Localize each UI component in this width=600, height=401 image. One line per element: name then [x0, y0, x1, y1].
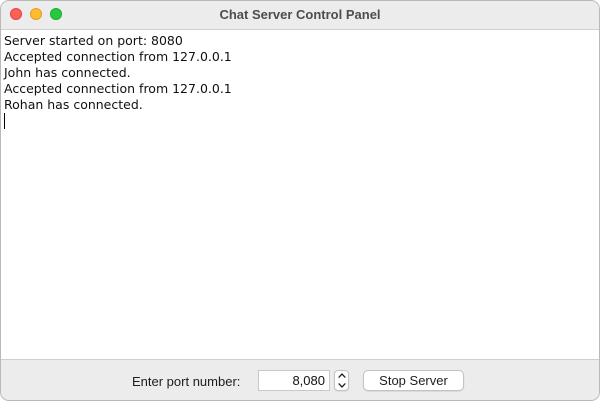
log-line: Server started on port: 8080 [4, 33, 183, 48]
port-number-label: Enter port number: [132, 374, 241, 389]
app-window: Chat Server Control Panel Server started… [0, 0, 600, 401]
port-number-stepper[interactable] [334, 370, 349, 391]
title-bar[interactable]: Chat Server Control Panel [1, 1, 599, 28]
stop-server-button[interactable]: Stop Server [363, 370, 464, 391]
control-bar: Enter port number: Stop Server [1, 360, 599, 400]
port-number-input[interactable] [258, 370, 330, 391]
chevron-down-icon [337, 383, 346, 388]
window-title: Chat Server Control Panel [219, 7, 381, 22]
log-line: Accepted connection from 127.0.0.1 [4, 81, 232, 96]
chevron-up-icon [337, 373, 346, 378]
stepper-up-button[interactable] [335, 371, 348, 380]
stepper-down-button[interactable] [335, 381, 348, 390]
text-caret [4, 113, 5, 129]
log-line: Rohan has connected. [4, 97, 143, 112]
server-log-textarea[interactable]: Server started on port: 8080 Accepted co… [1, 29, 599, 360]
log-line: John has connected. [4, 65, 131, 80]
log-line: Accepted connection from 127.0.0.1 [4, 49, 232, 64]
